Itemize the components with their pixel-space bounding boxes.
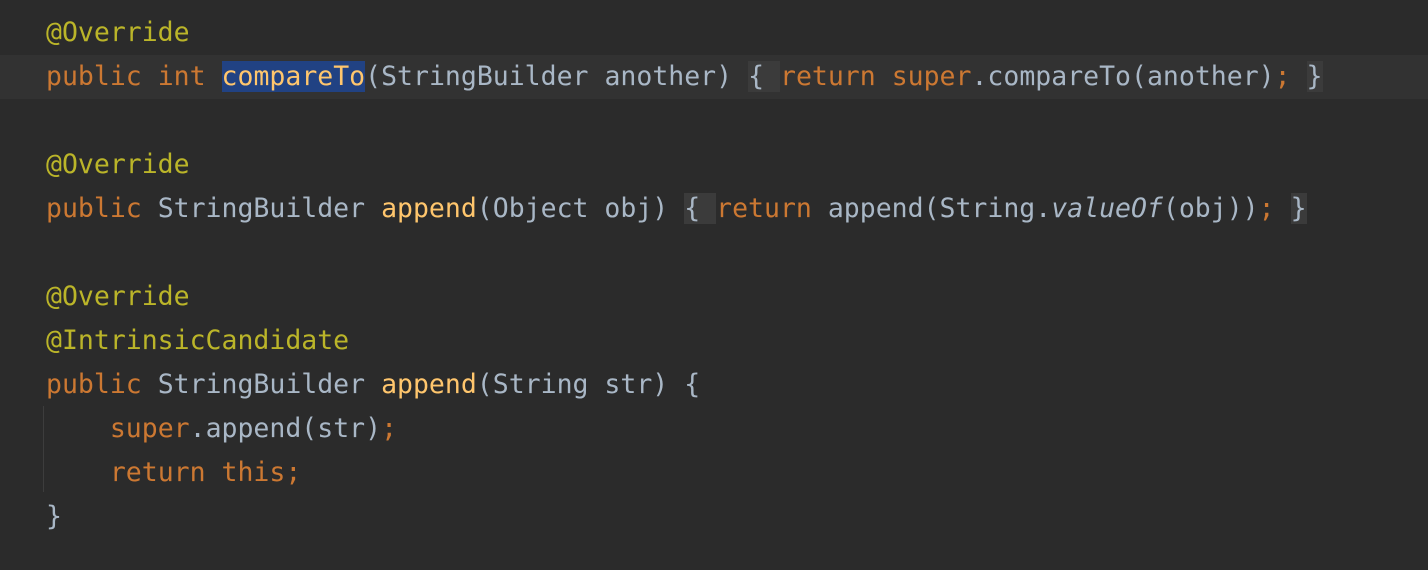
code-token: ; [1258, 193, 1275, 224]
code-token: (Object obj) [476, 193, 669, 224]
code-token: @Override [46, 281, 190, 312]
indent-guide [43, 406, 44, 492]
code-token: valueOf [1051, 193, 1163, 224]
code-line[interactable]: public int compareTo(StringBuilder anoth… [46, 55, 1323, 99]
code-token: StringBuilder [141, 369, 382, 400]
code-token: super [891, 61, 972, 92]
code-token: (String str) { [476, 369, 701, 400]
code-token: } [46, 501, 62, 532]
code-token: append [381, 193, 477, 224]
folded-region[interactable]: } [1290, 193, 1307, 224]
code-token: super [109, 413, 190, 444]
code-line[interactable]: return this; [46, 451, 301, 495]
code-token: (StringBuilder another) [365, 61, 733, 92]
code-line[interactable]: @Override [46, 275, 190, 319]
code-token: ; [1274, 61, 1291, 92]
code-line[interactable]: @Override [46, 11, 190, 55]
code-line[interactable]: @Override [46, 143, 190, 187]
code-editor[interactable]: @Override public int compareTo(StringBuil… [0, 0, 1428, 570]
code-token: .append(str) [189, 413, 382, 444]
code-line[interactable]: } [46, 495, 62, 539]
folded-region[interactable]: { [748, 61, 780, 92]
code-token: return this; [109, 457, 302, 488]
code-token: return [716, 193, 812, 224]
folded-region[interactable]: { [684, 193, 717, 224]
code-token: StringBuilder [141, 193, 382, 224]
code-token: @Override [46, 149, 190, 180]
selected-token: compareTo [221, 61, 366, 92]
code-token: ; [381, 413, 398, 444]
code-token: (obj)) [1162, 193, 1259, 224]
code-line[interactable]: super.append(str); [46, 407, 397, 451]
code-token: .compareTo(another) [971, 61, 1275, 92]
folded-region[interactable]: } [1306, 61, 1323, 92]
code-token: @IntrinsicCandidate [46, 325, 350, 356]
code-token: int [157, 61, 206, 92]
code-token: public [46, 193, 142, 224]
code-line[interactable]: public StringBuilder append(String str) … [46, 363, 700, 407]
code-token: return [779, 61, 876, 92]
code-token: append(String. [811, 193, 1052, 224]
code-token: @Override [46, 17, 190, 48]
code-token: public [46, 61, 142, 92]
code-token: public [46, 369, 142, 400]
code-line[interactable]: public StringBuilder append(Object obj) … [46, 187, 1307, 231]
code-token: append [381, 369, 477, 400]
code-line[interactable]: @IntrinsicCandidate [46, 319, 349, 363]
